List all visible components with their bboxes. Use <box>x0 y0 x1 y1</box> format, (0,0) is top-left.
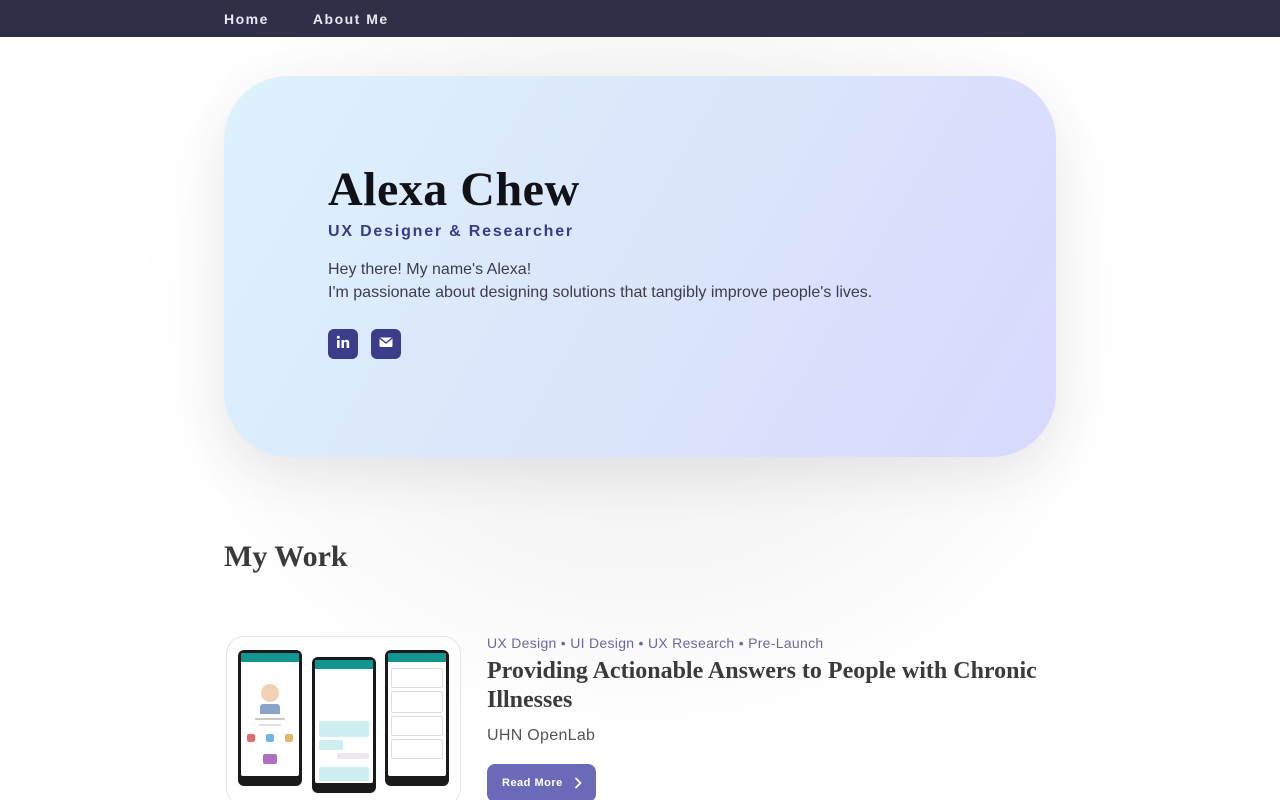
my-work-heading: My Work <box>224 540 348 573</box>
nav-home-link[interactable]: Home <box>224 11 269 27</box>
project-org: UHN OpenLab <box>487 727 596 744</box>
email-button[interactable] <box>371 329 401 359</box>
project-title[interactable]: Providing Actionable Answers to People w… <box>487 657 1047 715</box>
read-more-label: Read More <box>502 777 563 789</box>
hero-role: UX Designer & Researcher <box>328 223 574 240</box>
hero-intro-line: I'm passionate about designing solutions… <box>328 284 873 301</box>
hero-name: Alexa Chew <box>328 163 580 216</box>
hero-intro-line: Hey there! My name's Alexa! <box>328 261 532 278</box>
hero-intro: Hey there! My name's Alexa! I'm passiona… <box>328 258 872 304</box>
top-nav: Home About Me <box>0 0 1280 37</box>
phone-mockup <box>385 650 449 786</box>
hero-card: Alexa Chew UX Designer & Researcher Hey … <box>224 76 1056 457</box>
envelope-icon <box>378 334 394 355</box>
phone-mockup <box>238 650 302 786</box>
chevron-right-icon <box>573 777 583 789</box>
linkedin-button[interactable] <box>328 329 358 359</box>
project-thumbnail[interactable] <box>226 636 461 800</box>
read-more-button[interactable]: Read More <box>487 764 596 800</box>
nav-about-link[interactable]: About Me <box>313 11 389 27</box>
linkedin-icon <box>335 334 351 355</box>
social-links <box>328 329 401 359</box>
project-tags: UX Design • UI Design • UX Research • Pr… <box>487 635 824 651</box>
phone-mockup <box>312 657 376 793</box>
